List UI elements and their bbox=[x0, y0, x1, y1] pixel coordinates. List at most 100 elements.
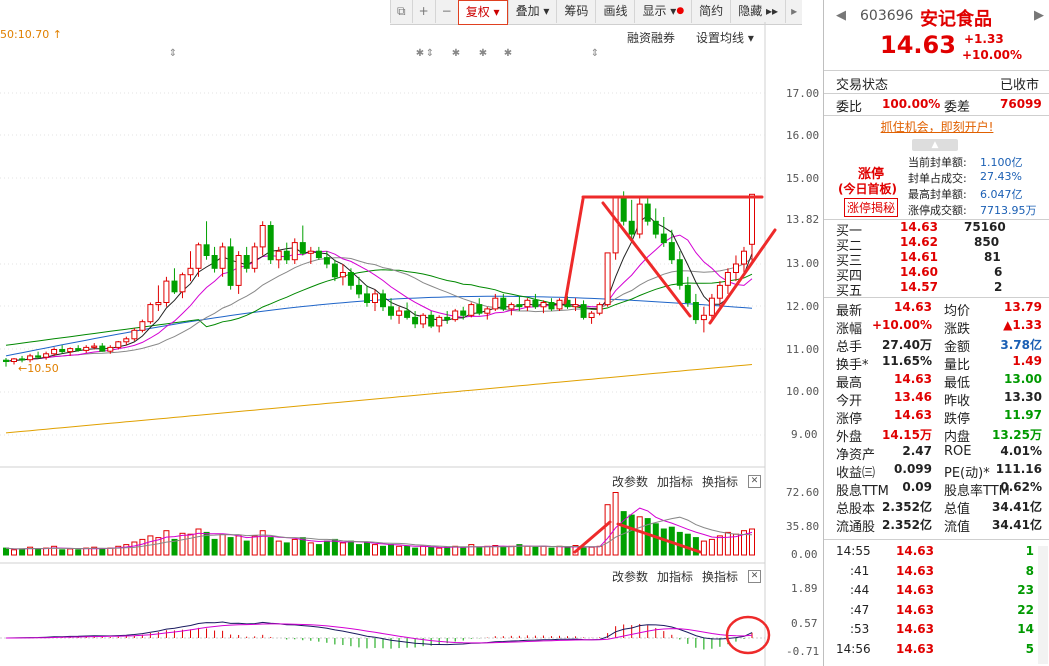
stat-row: 股息TTM 0.09 股息率TTM 0.62% bbox=[824, 479, 1049, 499]
candle-body bbox=[660, 233, 667, 244]
volume-bar bbox=[3, 547, 9, 556]
candle-body bbox=[187, 267, 194, 276]
candle-body bbox=[372, 293, 378, 303]
tick-price: 14.63 bbox=[896, 544, 934, 558]
volume-bar bbox=[19, 548, 26, 556]
volume-bar bbox=[339, 542, 346, 556]
first-board-label: (今日首板) bbox=[838, 182, 897, 196]
volume-bar bbox=[476, 546, 483, 556]
candle-body bbox=[227, 246, 234, 286]
vol-tick: 72.60 bbox=[786, 486, 820, 499]
tick-time: :41 bbox=[850, 563, 870, 578]
candle-body bbox=[91, 345, 98, 348]
candle-body bbox=[468, 304, 475, 316]
next-stock-icon[interactable]: ▶ bbox=[1034, 8, 1044, 23]
macd-switch-indicator-button[interactable]: 换指标 bbox=[702, 568, 738, 585]
stat-value: 34.41亿 bbox=[992, 518, 1042, 532]
candle-body bbox=[692, 302, 699, 321]
volume-bar bbox=[628, 514, 635, 556]
candle-body bbox=[315, 250, 322, 259]
low-price-label: 10.50 bbox=[27, 362, 59, 375]
candle-body bbox=[331, 263, 338, 278]
bid-volume: 6 bbox=[994, 265, 1003, 279]
tick-time: 14:56 bbox=[836, 642, 871, 656]
tick-row: :4714.63222 bbox=[824, 602, 1049, 621]
candle-body bbox=[396, 310, 403, 316]
macd-add-indicator-button[interactable]: 加指标 bbox=[657, 568, 693, 585]
candle-body bbox=[275, 250, 282, 261]
volume-bar bbox=[396, 545, 403, 556]
bid-price: 14.63 bbox=[900, 220, 938, 234]
candle-body bbox=[700, 314, 707, 321]
volume-bar bbox=[259, 530, 266, 556]
kline-chart-area[interactable]: ⧉ + − 复权 ▾ 叠加 ▾ 筹码 画线 显示 ▾● 简约 隐藏 ▸▸ ▸ 5… bbox=[0, 0, 822, 666]
stat-value: 13.30 bbox=[1004, 390, 1042, 404]
volume-bar bbox=[35, 548, 42, 556]
volume-bar bbox=[452, 545, 459, 556]
order-book: 买一 14.63 75160 买二 14.62 850 买三 14.61 81 买四 14.6… bbox=[824, 220, 1049, 299]
candle-body bbox=[412, 316, 419, 325]
vol-close-icon[interactable]: ✕ bbox=[748, 475, 761, 488]
stat-row: 最新 14.63 均价 13.79 bbox=[824, 299, 1049, 319]
candle-body bbox=[251, 246, 258, 269]
price-tick: 10.00 bbox=[786, 385, 820, 398]
macd-close-icon[interactable]: ✕ bbox=[748, 570, 761, 583]
tick-scrollbar[interactable] bbox=[1038, 546, 1048, 664]
stat-value: 14.63 bbox=[894, 408, 932, 422]
candle-body bbox=[428, 314, 435, 327]
candle-body bbox=[644, 203, 651, 222]
bid-volume: 850 bbox=[974, 235, 1000, 249]
volume-bar bbox=[548, 547, 555, 556]
volume-bar bbox=[684, 533, 691, 556]
vol-switch-indicator-button[interactable]: 换指标 bbox=[702, 473, 738, 490]
vol-tick: 0.00 bbox=[791, 548, 818, 561]
candle-body bbox=[588, 312, 595, 319]
volume-bar bbox=[724, 531, 731, 556]
candle-body bbox=[3, 359, 9, 363]
bid-price: 14.57 bbox=[900, 280, 938, 294]
volume-bar bbox=[251, 535, 258, 556]
tick-volume: 14 bbox=[1017, 622, 1034, 637]
volume-bar bbox=[556, 545, 563, 556]
volume-bar bbox=[67, 548, 74, 556]
candle-body bbox=[307, 250, 314, 254]
stat-row: 外盘 14.15万 内盘 13.25万 bbox=[824, 425, 1049, 445]
limit-up-reveal-button[interactable]: 涨停揭秘 bbox=[844, 198, 899, 217]
volume-bar bbox=[444, 546, 451, 556]
collapse-icon[interactable]: ▲ bbox=[912, 139, 958, 151]
tick-time: :53 bbox=[850, 622, 870, 637]
bid-row: 买三 14.61 81 bbox=[824, 250, 1049, 269]
last-price: 14.63 bbox=[880, 31, 956, 59]
volume-bar bbox=[652, 523, 659, 556]
candle-body bbox=[676, 259, 683, 286]
volume-bar bbox=[356, 544, 362, 556]
tick-volume: 8 bbox=[1025, 563, 1034, 578]
stat-value: 2.352亿 bbox=[882, 518, 932, 532]
bid-row: 买二 14.62 850 bbox=[824, 235, 1049, 254]
weicha-value: 76099 bbox=[1000, 97, 1042, 111]
candle-body bbox=[163, 280, 170, 304]
tick-price: 14.63 bbox=[896, 642, 934, 656]
volume-bar bbox=[219, 533, 226, 556]
vol-edit-params-button[interactable]: 改参数 bbox=[612, 473, 648, 490]
open-account-link[interactable]: 抓住机会，即刻开户! bbox=[881, 120, 994, 134]
vol-add-indicator-button[interactable]: 加指标 bbox=[657, 473, 693, 490]
prev-stock-icon[interactable]: ◀ bbox=[836, 8, 846, 23]
volume-bar bbox=[187, 533, 194, 556]
stat-row: 总手 27.40万 金额 3.78亿 bbox=[824, 335, 1049, 355]
price-tick: 15.00 bbox=[786, 172, 820, 185]
volume-bar bbox=[243, 540, 250, 556]
candle-body bbox=[323, 257, 330, 265]
limit-row-label: 封单占成交: bbox=[908, 172, 967, 185]
stat-row: 流通股 2.352亿 流值 34.41亿 bbox=[824, 515, 1049, 535]
tick-row: 14:5514.6311 bbox=[824, 543, 1049, 562]
limit-row-label: 涨停成交额: bbox=[908, 204, 967, 217]
weicha-label: 委差 bbox=[944, 100, 971, 115]
volume-bar bbox=[636, 516, 643, 556]
macd-edit-params-button[interactable]: 改参数 bbox=[612, 568, 648, 585]
volume-bar bbox=[460, 547, 467, 556]
price-change: +1.33 bbox=[964, 32, 1004, 46]
candle-body bbox=[83, 346, 90, 351]
volume-bar bbox=[540, 545, 547, 556]
bid-price: 14.62 bbox=[900, 235, 938, 249]
